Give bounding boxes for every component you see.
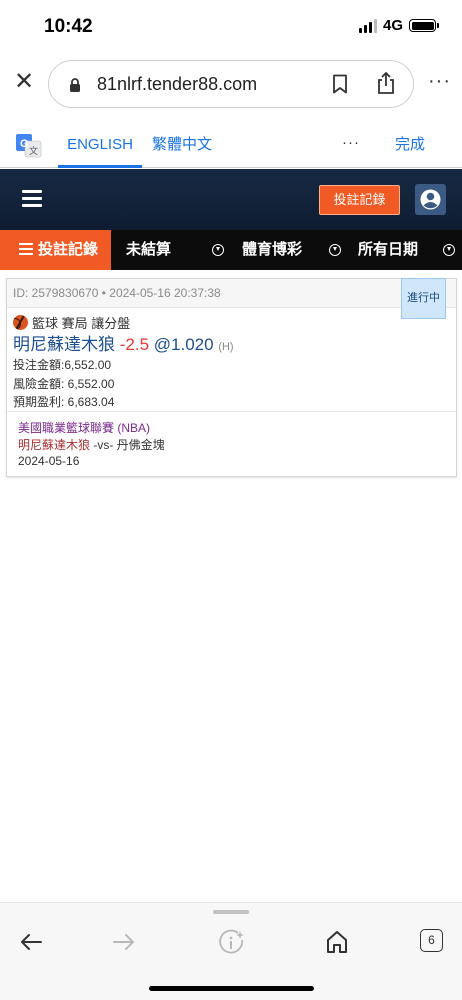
- divider: [7, 411, 456, 412]
- tab-english[interactable]: ENGLISH: [58, 124, 142, 168]
- home-indicator: [149, 986, 314, 991]
- tab-all-dates[interactable]: 所有日期: [358, 230, 418, 270]
- sheet-handle[interactable]: [213, 910, 249, 914]
- browser-bottom-bar: 6: [0, 902, 462, 1000]
- list-icon: [19, 243, 33, 258]
- site-header: 投註記錄: [0, 169, 462, 230]
- svg-text:G: G: [20, 138, 29, 150]
- bet-records-button[interactable]: 投註記錄: [319, 185, 400, 215]
- share-icon[interactable]: [376, 71, 396, 95]
- lock-icon: [70, 78, 80, 92]
- close-icon[interactable]: ✕: [12, 70, 36, 94]
- selection-side: (H): [218, 341, 234, 353]
- translate-more-icon[interactable]: ···: [342, 134, 360, 151]
- tabs-count-button[interactable]: 6: [420, 929, 443, 952]
- browser-url-row: ✕ 81nlrf.tender88.com ···: [0, 58, 462, 110]
- bet-card[interactable]: ID: 2579830670 • 2024-05-16 20:37:38 進行中…: [6, 278, 457, 477]
- forward-arrow-icon[interactable]: [111, 929, 137, 955]
- bookmark-icon[interactable]: [332, 74, 348, 94]
- battery-icon: [409, 19, 439, 32]
- bet-card-header: ID: 2579830670 • 2024-05-16 20:37:38: [7, 279, 456, 308]
- home-team: 明尼蘇達木狼: [18, 438, 91, 452]
- network-type: 4G: [382, 17, 403, 34]
- bet-nav-tabs: 投註記錄 未結算 體育博彩 所有日期: [0, 230, 462, 270]
- selection-odds: @1.020: [153, 335, 214, 354]
- match-teams: 明尼蘇達木狼 -vs- 丹佛金塊: [18, 436, 165, 453]
- stake-amount: 投注金額:6,552.00: [13, 358, 112, 372]
- translate-bar: G 文 ENGLISH 繁體中文 ··· 完成: [0, 124, 462, 168]
- tab-traditional-chinese[interactable]: 繁體中文: [152, 124, 212, 168]
- away-team: -vs- 丹佛金塊: [93, 438, 165, 452]
- tab-unsettled[interactable]: 未結算: [126, 230, 171, 270]
- back-arrow-icon[interactable]: [18, 929, 44, 955]
- selection-team: 明尼蘇達木狼: [13, 335, 115, 354]
- svg-text:文: 文: [29, 145, 38, 157]
- home-icon[interactable]: [325, 929, 349, 955]
- dropdown-icon: [212, 244, 224, 256]
- tab-sports-betting[interactable]: 體育博彩: [242, 230, 302, 270]
- basketball-icon: [13, 315, 28, 330]
- more-icon[interactable]: ···: [428, 70, 451, 93]
- expected-win: 預期盈利: 6,683.04: [13, 395, 115, 409]
- translate-done-button[interactable]: 完成: [395, 124, 425, 166]
- signal-icon: [358, 18, 377, 33]
- tab-bet-records[interactable]: 投註記錄: [0, 230, 111, 270]
- page-info-icon[interactable]: [218, 929, 246, 957]
- bet-selection: 明尼蘇達木狼 -2.5 @1.020 (H): [13, 330, 234, 355]
- dropdown-icon: [329, 244, 341, 256]
- status-time: 10:42: [44, 16, 93, 37]
- url-text[interactable]: 81nlrf.tender88.com: [97, 74, 257, 95]
- hamburger-menu-icon[interactable]: [22, 190, 42, 211]
- status-bar: 10:42 4G: [0, 0, 462, 50]
- user-account-icon[interactable]: [415, 184, 446, 215]
- address-bar[interactable]: 81nlrf.tender88.com: [48, 60, 414, 108]
- selection-handicap: -2.5: [119, 335, 150, 354]
- bet-id: ID: 2579830670 • 2024-05-16 20:37:38: [13, 286, 221, 300]
- league-name: 美國職業籃球聯賽 (NBA): [18, 421, 151, 435]
- risk-amount: 風險金額: 6,552.00: [13, 377, 115, 391]
- status-indicators: 4G: [358, 17, 439, 34]
- dropdown-icon: [443, 244, 455, 256]
- status-badge: 進行中: [401, 278, 446, 319]
- google-translate-icon: G 文: [16, 134, 42, 158]
- match-date: 2024-05-16: [18, 454, 80, 468]
